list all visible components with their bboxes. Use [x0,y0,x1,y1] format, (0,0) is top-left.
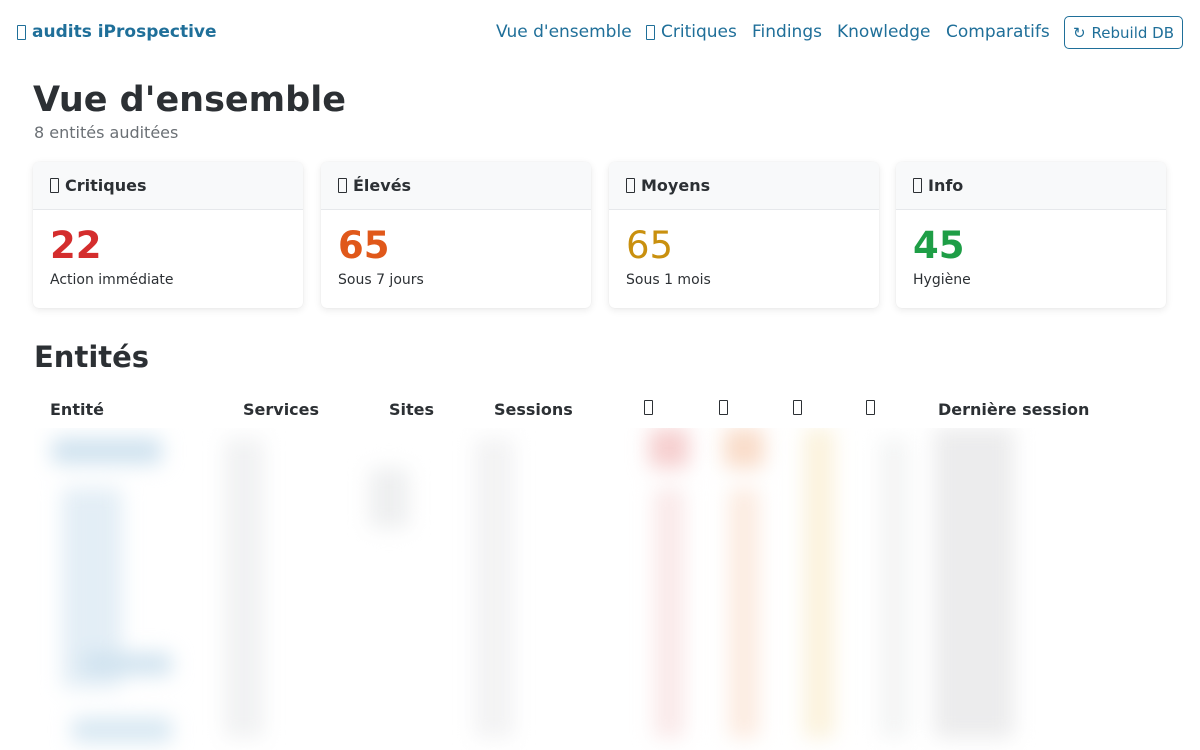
top-navbar: audits iProspective Vue d'ensemble Criti… [0,0,1200,66]
missing-glyph-icon [338,178,347,193]
nav-comparatifs[interactable]: Comparatifs [946,22,1050,42]
card-value: 45 [913,224,965,267]
missing-glyph-icon [646,24,655,40]
column-derniere-session[interactable]: Dernière session [938,400,1089,419]
page-subtitle: 8 entités auditées [34,123,179,142]
card-moyens: Moyens 65 Sous 1 mois [609,162,879,308]
card-info: Info 45 Hygiène [896,162,1166,308]
card-value: 65 [338,224,390,267]
entities-title: Entités [34,340,150,374]
card-header: Info [896,162,1166,210]
column-sessions[interactable]: Sessions [494,400,573,419]
card-caption: Action immédiate [50,272,174,288]
column-medium-count[interactable] [793,400,802,415]
column-entite[interactable]: Entité [50,400,104,419]
card-title: Critiques [65,176,147,195]
card-header: Élevés [321,162,591,210]
card-value: 65 [626,224,674,267]
card-header: Critiques [33,162,303,210]
card-value: 22 [50,224,102,267]
blurred-critical-column [649,428,699,750]
blurred-sessions-column [474,428,524,750]
card-title: Moyens [641,176,711,195]
column-sites[interactable]: Sites [389,400,434,419]
rebuild-db-label: Rebuild DB [1091,23,1175,42]
blurred-entity-column [52,428,172,750]
entities-table-header: Entité Services Sites Sessions Dernière … [0,400,1200,424]
blurred-info-column [874,428,924,750]
card-header: Moyens [609,162,879,210]
blurred-high-column [724,428,774,750]
refresh-icon: ↻ [1072,23,1086,42]
rebuild-db-button[interactable]: ↻ Rebuild DB [1064,16,1183,49]
severity-cards: Critiques 22 Action immédiate Élevés 65 … [33,162,1168,308]
entities-table-body-blurred [34,428,1134,750]
card-title: Élevés [353,176,412,195]
missing-glyph-icon [644,400,653,415]
missing-glyph-icon [866,400,875,415]
card-eleves: Élevés 65 Sous 7 jours [321,162,591,308]
column-high-count[interactable] [719,400,728,415]
missing-glyph-icon [50,178,59,193]
card-caption: Hygiène [913,272,971,288]
main-nav: Vue d'ensemble Critiques Findings Knowle… [0,22,1200,46]
nav-critiques[interactable]: Critiques [646,22,737,42]
card-critiques: Critiques 22 Action immédiate [33,162,303,308]
card-title: Info [928,176,964,195]
nav-knowledge[interactable]: Knowledge [837,22,930,42]
missing-glyph-icon [793,400,802,415]
column-critical-count[interactable] [644,400,653,415]
card-caption: Sous 7 jours [338,272,424,288]
column-services[interactable]: Services [243,400,319,419]
missing-glyph-icon [913,178,922,193]
missing-glyph-icon [626,178,635,193]
page-title: Vue d'ensemble [33,80,346,120]
blurred-sites-column [369,428,419,750]
blurred-medium-column [799,428,849,750]
nav-vue-ensemble[interactable]: Vue d'ensemble [496,22,632,42]
nav-findings[interactable]: Findings [752,22,822,42]
missing-glyph-icon [719,400,728,415]
blurred-services-column [224,428,284,750]
column-info-count[interactable] [866,400,875,415]
blurred-last-session-column [934,428,1034,750]
card-caption: Sous 1 mois [626,272,711,288]
